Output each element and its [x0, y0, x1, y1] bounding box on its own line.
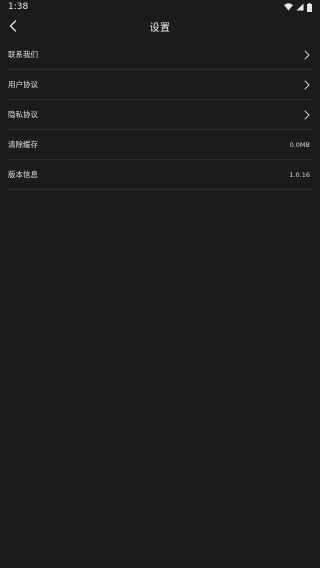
settings-item-clear-cache[interactable]: 清除缓存 0.0MB [8, 130, 312, 160]
settings-item-label: 版本信息 [8, 170, 38, 179]
back-button[interactable] [4, 16, 22, 36]
settings-item-label: 联系我们 [8, 50, 38, 59]
version-value: 1.0.16 [289, 170, 310, 179]
chevron-right-icon [302, 49, 312, 61]
settings-item-privacy-agreement[interactable]: 隐私协议 [8, 100, 312, 130]
status-icons [284, 2, 312, 12]
status-time: 1:38 [8, 2, 29, 12]
cache-size-value: 0.0MB [289, 140, 310, 149]
settings-item-label: 清除缓存 [8, 140, 38, 149]
wifi-icon [284, 3, 293, 11]
settings-list: 联系我们 用户协议 隐私协议 清除缓存 0.0MB 版本信息 1.0.16 [0, 40, 320, 190]
settings-item-label: 用户协议 [8, 80, 38, 89]
settings-item-user-agreement[interactable]: 用户协议 [8, 70, 312, 100]
settings-item-label: 隐私协议 [8, 110, 38, 119]
title-bar: 设置 [0, 14, 320, 38]
settings-item-version-info[interactable]: 版本信息 1.0.16 [8, 160, 312, 190]
chevron-left-icon [9, 17, 17, 36]
chevron-right-icon [302, 109, 312, 121]
cell-signal-icon [296, 3, 304, 11]
status-bar: 1:38 [0, 0, 320, 14]
settings-item-contact-us[interactable]: 联系我们 [8, 40, 312, 70]
chevron-right-icon [302, 79, 312, 91]
page-title: 设置 [149, 22, 171, 34]
battery-icon [307, 2, 312, 12]
